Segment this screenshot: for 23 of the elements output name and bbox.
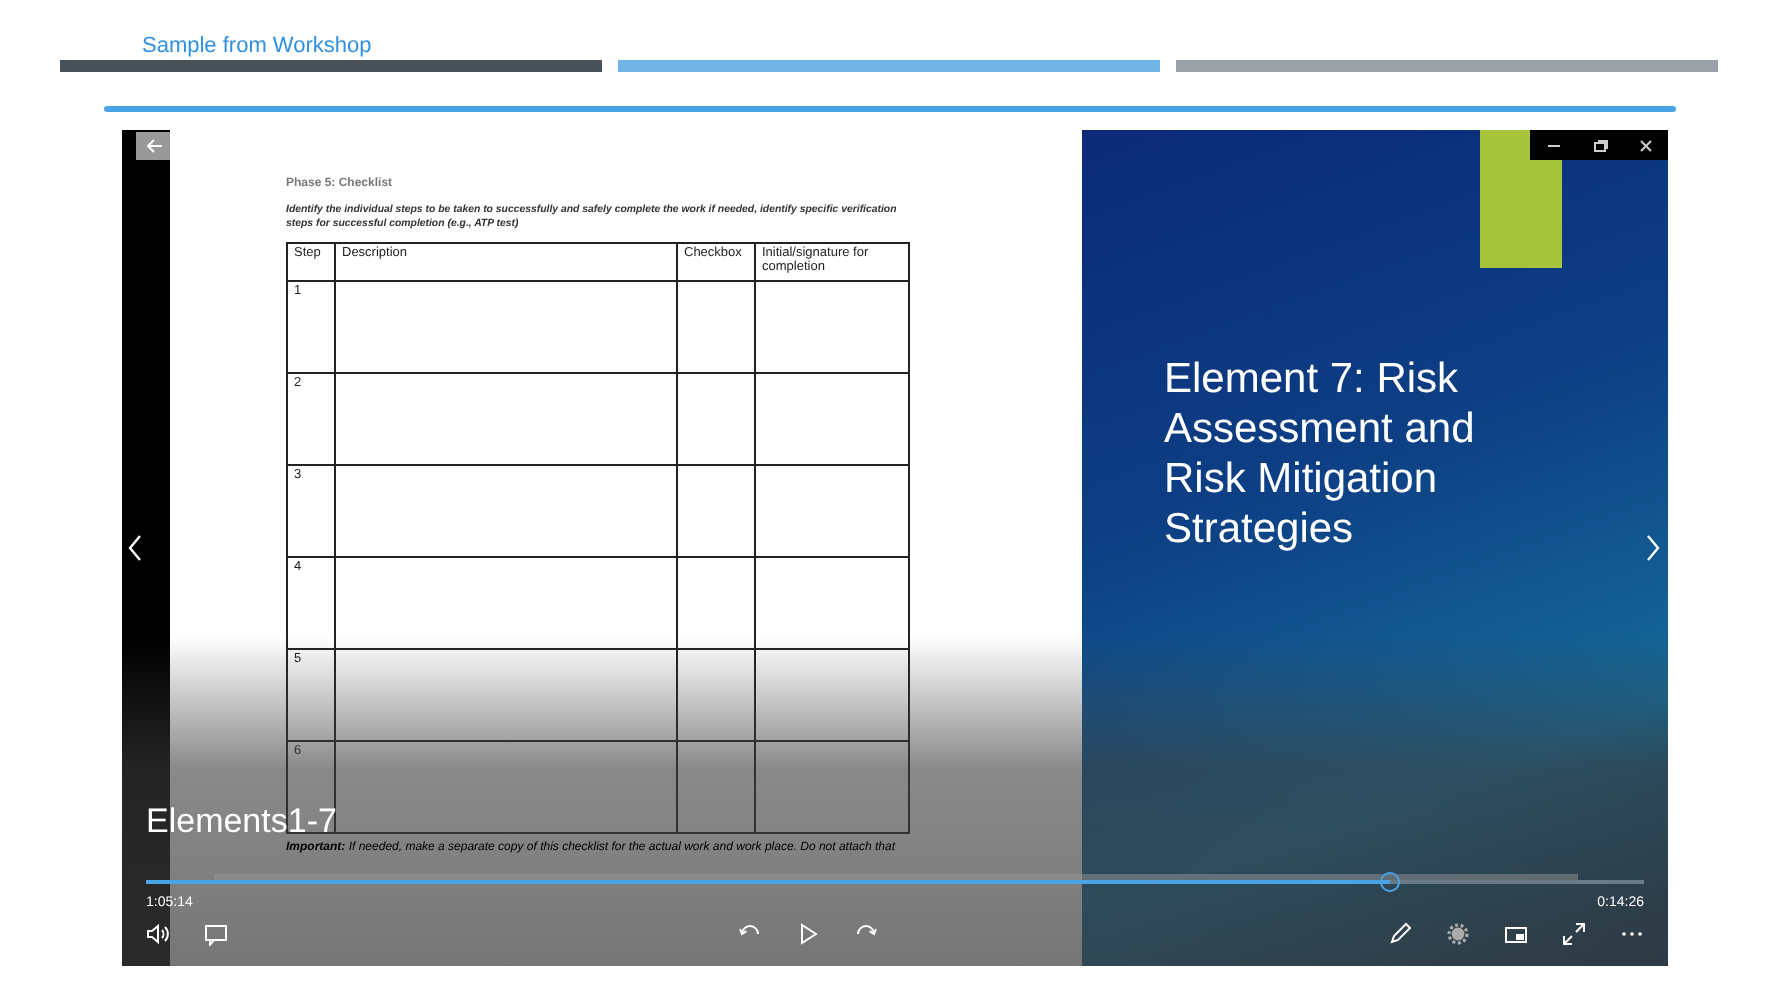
mini-view-icon[interactable] bbox=[1504, 922, 1528, 946]
table-cell bbox=[677, 649, 755, 741]
table-cell bbox=[677, 373, 755, 465]
back-button[interactable] bbox=[136, 132, 170, 160]
chevron-right-icon[interactable] bbox=[1644, 534, 1660, 562]
page-title: Sample from Workshop bbox=[142, 34, 372, 60]
back-arrow-icon bbox=[143, 136, 163, 156]
slide-title: Element 7: Risk Assessment and Risk Mitigation Strategies bbox=[1164, 354, 1477, 554]
restore-icon[interactable] bbox=[1589, 135, 1609, 155]
table-cell bbox=[677, 741, 755, 833]
chevron-left-icon[interactable] bbox=[128, 534, 144, 562]
table-cell bbox=[677, 281, 755, 373]
play-icon[interactable] bbox=[796, 922, 820, 946]
close-icon[interactable] bbox=[1635, 135, 1655, 155]
gear-icon[interactable] bbox=[1446, 922, 1470, 946]
table-cell bbox=[677, 557, 755, 649]
pencil-icon[interactable] bbox=[1388, 922, 1412, 946]
volume-icon[interactable] bbox=[146, 922, 170, 946]
seek-thumb[interactable] bbox=[1379, 872, 1400, 892]
table-cell bbox=[677, 465, 755, 557]
fullscreen-icon[interactable] bbox=[1562, 922, 1586, 946]
accent-block bbox=[1480, 130, 1562, 268]
captions-icon[interactable] bbox=[204, 922, 228, 946]
